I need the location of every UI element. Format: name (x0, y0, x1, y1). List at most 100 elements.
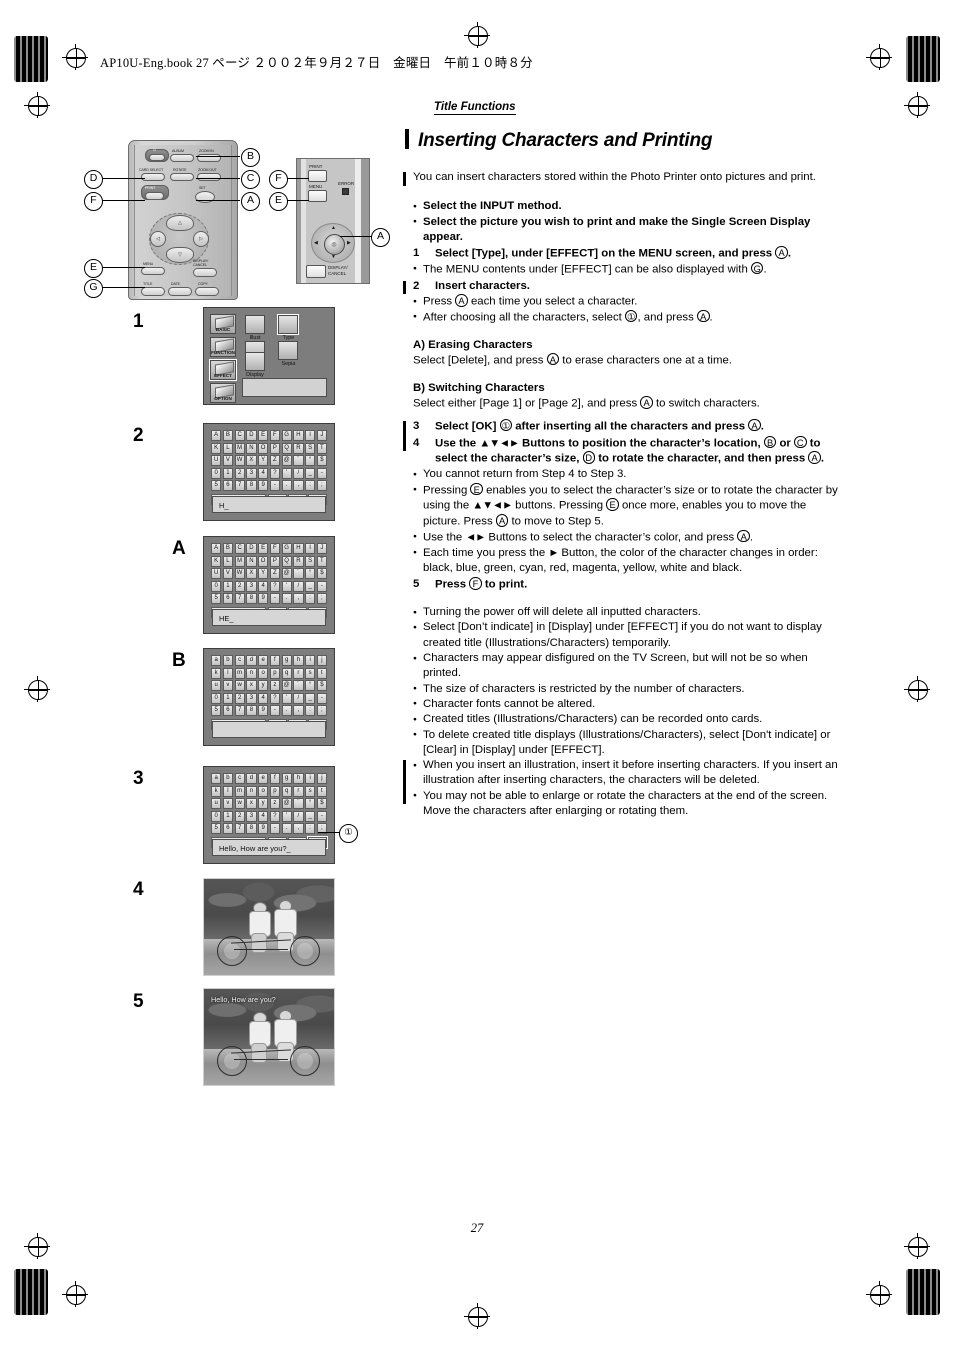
keyboard-key[interactable]: d (246, 773, 257, 784)
keyboard-key[interactable]: K (211, 442, 222, 454)
keyboard-key[interactable]: : (305, 480, 316, 491)
menu-icon-sepia[interactable]: Sepia (275, 341, 301, 367)
keyboard-key[interactable]: P (269, 442, 280, 454)
keyboard-key[interactable]: U (211, 568, 222, 579)
keyboard-key[interactable]: / (293, 467, 304, 479)
keyboard-key[interactable]: @ (281, 798, 292, 809)
keyboard-key[interactable]: 4 (258, 810, 269, 822)
keyboard-key[interactable]: L (222, 555, 233, 567)
keyboard-key[interactable]: @ (281, 680, 292, 691)
keyboard-key[interactable]: 1 (222, 467, 233, 479)
keyboard-key[interactable]: a (211, 655, 222, 666)
keyboard-key[interactable]: i (305, 773, 316, 784)
keyboard-key[interactable]: D (246, 543, 257, 554)
keyboard-key[interactable]: A (211, 543, 222, 554)
keyboard-key[interactable]: / (293, 580, 304, 592)
keyboard-key[interactable]: 1 (222, 580, 233, 592)
keyboard-key[interactable]: b (222, 655, 233, 666)
keyboard-key[interactable]: F (269, 543, 280, 554)
keyboard-key[interactable]: 7 (234, 705, 245, 716)
keyboard-key[interactable]: S (305, 555, 316, 567)
keyboard-key[interactable]: e (258, 773, 269, 784)
keyboard-key[interactable]: P (269, 555, 280, 567)
keyboard-key[interactable]: W (234, 568, 245, 579)
keyboard-key[interactable]: $ (316, 680, 327, 691)
keyboard-key[interactable]: p (269, 667, 280, 679)
keyboard-key[interactable]: 3 (246, 467, 257, 479)
keyboard-key[interactable]: - (269, 593, 280, 604)
keyboard-key[interactable]: 0 (211, 580, 222, 592)
keyboard-key[interactable]: K (211, 555, 222, 567)
keyboard-key[interactable]: j (316, 655, 327, 666)
keyboard-key[interactable]: x (246, 798, 257, 809)
keyboard-key[interactable]: 7 (234, 593, 245, 604)
keyboard-key[interactable]: - (316, 810, 327, 822)
keyboard-key[interactable]: 2 (234, 580, 245, 592)
keyboard-key[interactable]: f (269, 773, 280, 784)
keyboard-key[interactable]: R (293, 555, 304, 567)
keyboard-key[interactable]: ? (269, 467, 280, 479)
keyboard-key[interactable]: ¨ (293, 680, 304, 691)
keyboard-key[interactable]: j (316, 773, 327, 784)
keyboard-key[interactable]: c (234, 773, 245, 784)
keyboard-key[interactable]: $ (316, 798, 327, 809)
keyboard-key[interactable]: T (316, 442, 327, 454)
keyboard-key[interactable]: ; (316, 480, 327, 491)
keyboard-key[interactable]: $ (316, 455, 327, 466)
keyboard-key[interactable]: 9 (258, 705, 269, 716)
keyboard-key[interactable]: I (305, 430, 316, 441)
keyboard-key[interactable]: a (211, 773, 222, 784)
keyboard-key[interactable]: - (316, 692, 327, 704)
keyboard-key[interactable]: @ (281, 568, 292, 579)
keyboard-key[interactable]: w (234, 680, 245, 691)
keyboard-key[interactable]: n (246, 667, 257, 679)
keyboard-key[interactable]: _ (305, 810, 316, 822)
keyboard-key[interactable]: 0 (211, 467, 222, 479)
keyboard-key[interactable]: z (269, 798, 280, 809)
keyboard-key[interactable]: A (211, 430, 222, 441)
keyboard-key[interactable]: H (293, 543, 304, 554)
keyboard-key[interactable]: _ (305, 580, 316, 592)
keyboard-key[interactable]: b (222, 773, 233, 784)
keyboard-key[interactable]: X (246, 455, 257, 466)
keyboard-key[interactable]: i (305, 655, 316, 666)
menu-icon-type[interactable]: Type (275, 314, 301, 341)
keyboard-key[interactable]: x (246, 680, 257, 691)
keyboard-key[interactable]: o (258, 785, 269, 797)
keyboard-key[interactable]: y (258, 680, 269, 691)
screen-text-field-step2[interactable]: H_ (212, 496, 326, 513)
keyboard-key[interactable]: 7 (234, 823, 245, 834)
keyboard-key[interactable]: ¨ (293, 568, 304, 579)
menu-tab-function[interactable]: FUNCTION (210, 337, 236, 357)
menu-icon-display[interactable]: Display (242, 352, 268, 378)
keyboard-key[interactable]: / (293, 810, 304, 822)
keyboard-key[interactable]: - (316, 467, 327, 479)
keyboard-key[interactable]: ' (281, 580, 292, 592)
keyboard-key[interactable]: 1 (222, 692, 233, 704)
keyboard-key[interactable]: u (211, 798, 222, 809)
keyboard-key[interactable]: v (222, 798, 233, 809)
keyboard-key[interactable]: f (269, 655, 280, 666)
keyboard-key[interactable]: B (222, 430, 233, 441)
keyboard-key[interactable]: 2 (234, 692, 245, 704)
keyboard-key[interactable]: u (211, 680, 222, 691)
keyboard-key[interactable]: 9 (258, 823, 269, 834)
keyboard-key[interactable]: g (281, 655, 292, 666)
keyboard-key[interactable]: - (269, 705, 280, 716)
keyboard-key[interactable]: 4 (258, 692, 269, 704)
keyboard-key[interactable]: q (281, 667, 292, 679)
keyboard-key[interactable]: r (293, 785, 304, 797)
keyboard-key[interactable]: N (246, 442, 257, 454)
keyboard-key[interactable]: m (234, 667, 245, 679)
keyboard-key[interactable]: h (293, 655, 304, 666)
keyboard-key[interactable]: l (222, 667, 233, 679)
keyboard-key[interactable]: Y (258, 568, 269, 579)
keyboard-key[interactable]: ' (281, 467, 292, 479)
keyboard-key[interactable]: - (316, 580, 327, 592)
keyboard-key[interactable]: s (305, 667, 316, 679)
keyboard-key[interactable]: 9 (258, 593, 269, 604)
keyboard-key[interactable]: p (269, 785, 280, 797)
keyboard-key[interactable]: 1 (222, 810, 233, 822)
keyboard-key[interactable]: I (305, 543, 316, 554)
keyboard-key[interactable]: 3 (246, 810, 257, 822)
